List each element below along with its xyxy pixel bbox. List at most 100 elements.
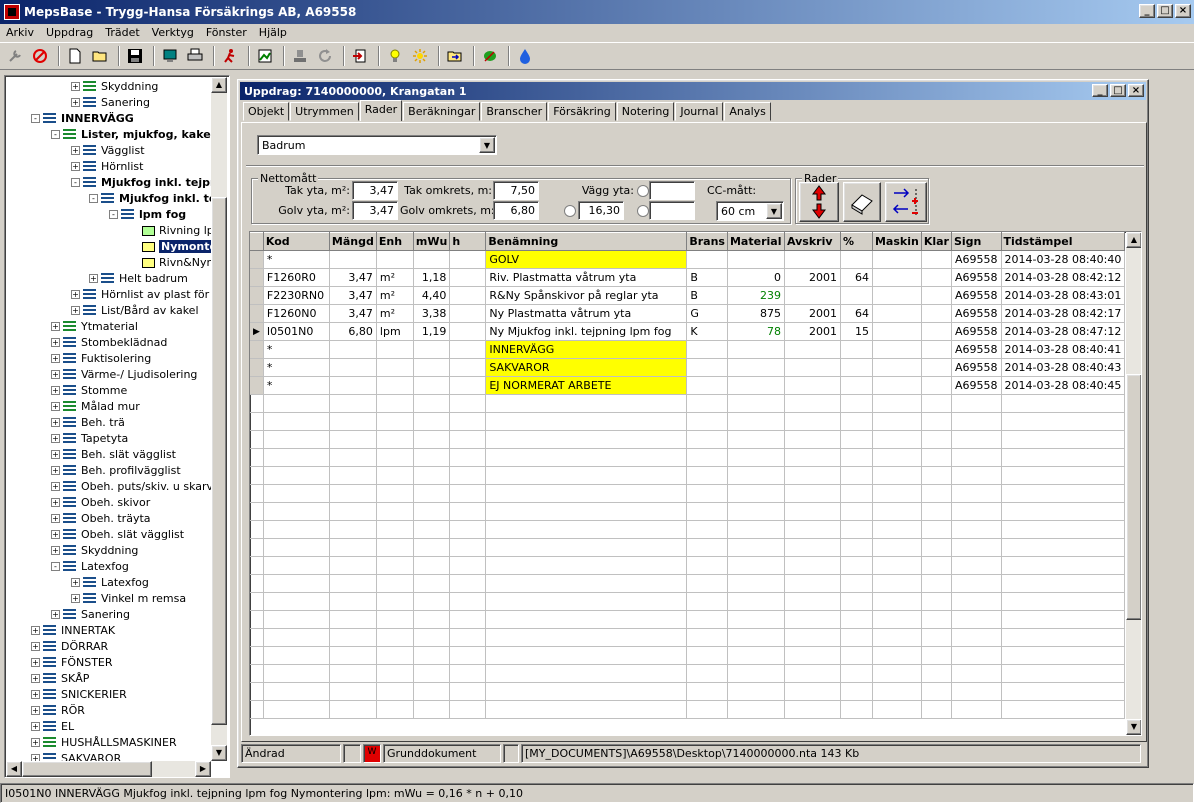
tree-item[interactable]: + Fuktisolering (51, 350, 151, 366)
column-header-tidstampel[interactable]: Tidstämpel (1001, 232, 1126, 251)
cell-sign[interactable]: A69558 (951, 376, 1002, 395)
tree-item[interactable]: + Hörnlist av plast för ka (71, 286, 226, 302)
table-row[interactable]: * EJ NORMERAT ARBETE A69558 2014-03-28 08:4… (250, 376, 1126, 395)
cell-mwu[interactable]: 4,40 (413, 286, 451, 305)
row-indicator[interactable]: ▶ (250, 322, 264, 341)
column-header-kod[interactable]: Kod (263, 232, 330, 251)
cell-tidstampel[interactable]: 2014-03-28 08:47:12 (1001, 322, 1126, 341)
tree-item[interactable]: - Mjukfog inkl. tejpn (71, 174, 218, 190)
tree-item[interactable]: + SKÅP (31, 670, 89, 686)
cell-tidstampel[interactable]: 2014-03-28 08:40:43 (1001, 358, 1126, 377)
cell-avskriv[interactable] (784, 376, 841, 395)
expand-icon[interactable]: + (71, 289, 80, 299)
tab-forsakring[interactable]: Försäkring (548, 102, 616, 121)
expand-icon[interactable]: + (51, 369, 60, 379)
expand-icon[interactable]: + (51, 513, 60, 523)
water-drop-icon[interactable] (514, 45, 536, 67)
cell-avskriv[interactable]: 2001 (784, 304, 841, 323)
column-header-sign[interactable]: Sign (951, 232, 1002, 251)
column-header-mangd[interactable]: Mängd (329, 232, 377, 251)
cell-enh[interactable] (376, 250, 414, 269)
cell-percent[interactable] (840, 358, 873, 377)
row-indicator[interactable] (250, 358, 264, 377)
cell-benamning[interactable]: SAKVAROR (485, 358, 688, 377)
grid-scroll-thumb[interactable] (1126, 374, 1141, 620)
tree-item[interactable]: + Vägglist (71, 142, 145, 158)
column-header-avskriv[interactable]: Avskriv (784, 232, 841, 251)
expand-icon[interactable]: + (31, 721, 40, 731)
expand-icon[interactable]: + (71, 97, 80, 107)
sun-icon[interactable] (409, 45, 431, 67)
menu-hjalp[interactable]: Hjälp (253, 26, 293, 39)
cell-sign[interactable]: A69558 (951, 250, 1002, 269)
expand-icon[interactable]: + (51, 609, 60, 619)
cell-tidstampel[interactable]: 2014-03-28 08:42:12 (1001, 268, 1126, 287)
column-header-h[interactable]: h (449, 232, 487, 251)
expand-icon[interactable]: + (71, 161, 80, 171)
scroll-left-button[interactable]: ◀ (6, 761, 22, 777)
vagg-yta-field-3[interactable] (649, 201, 695, 220)
cell-brans[interactable]: B (686, 286, 728, 305)
vagg-yta-field-1[interactable] (649, 181, 695, 200)
tree-item[interactable]: + Latexfog (71, 574, 149, 590)
menu-arkiv[interactable]: Arkiv (0, 26, 40, 39)
cell-klar[interactable] (921, 286, 952, 305)
print-icon[interactable] (184, 45, 206, 67)
monitor-icon[interactable] (159, 45, 181, 67)
cell-mwu[interactable] (413, 250, 451, 269)
tab-journal[interactable]: Journal (675, 102, 724, 121)
cell-kod[interactable]: F1260R0 (263, 268, 330, 287)
cell-benamning[interactable]: Riv. Plastmatta våtrum yta (485, 268, 688, 287)
cell-kod[interactable]: * (263, 250, 330, 269)
maximize-button[interactable]: □ (1157, 4, 1173, 18)
cell-enh[interactable] (376, 340, 414, 359)
tak-omkrets-field[interactable]: 7,50 (493, 181, 539, 200)
expand-icon[interactable]: + (51, 417, 60, 427)
column-header-brans[interactable]: Brans (686, 232, 728, 251)
cell-avskriv[interactable] (784, 286, 841, 305)
cell-tidstampel[interactable]: 2014-03-28 08:42:17 (1001, 304, 1126, 323)
expand-icon[interactable]: + (31, 657, 40, 667)
tree-item[interactable]: + EL (31, 718, 74, 734)
menu-fonster[interactable]: Fönster (200, 26, 253, 39)
cell-avskriv[interactable]: 2001 (784, 268, 841, 287)
row-indicator[interactable] (250, 268, 264, 287)
expand-icon[interactable]: + (51, 321, 60, 331)
collapse-icon[interactable]: - (51, 561, 60, 571)
cell-h[interactable] (449, 340, 487, 359)
cell-benamning[interactable]: Ny Mjukfog inkl. tejpning lpm fog (485, 322, 688, 341)
cell-avskriv[interactable] (784, 340, 841, 359)
expand-icon[interactable]: + (51, 481, 60, 491)
tree-item[interactable]: + Obeh. puts/skiv. u skarvb (51, 478, 220, 494)
table-row[interactable]: * INNERVÄGG A69558 2014-03-28 08:40:41 (250, 340, 1126, 359)
tree-item[interactable]: + Skyddning (71, 78, 158, 94)
cell-brans[interactable] (686, 250, 728, 269)
wrench-icon[interactable] (4, 45, 26, 67)
cell-mangd[interactable] (329, 250, 377, 269)
save-icon[interactable] (124, 45, 146, 67)
cell-kod[interactable]: F1260N0 (263, 304, 330, 323)
cell-tidstampel[interactable]: 2014-03-28 08:40:41 (1001, 340, 1126, 359)
tree-item[interactable]: + Obeh. träyta (51, 510, 151, 526)
cell-enh[interactable]: m² (376, 286, 414, 305)
run-icon[interactable] (219, 45, 241, 67)
collapse-icon[interactable]: - (31, 113, 40, 123)
cell-mwu[interactable]: 3,38 (413, 304, 451, 323)
table-row[interactable]: F1260R0 3,47 m² 1,18 Riv. Plastmatta våtrum … (250, 268, 1126, 287)
tree-item[interactable]: + Obeh. skivor (51, 494, 150, 510)
expand-icon[interactable]: + (31, 705, 40, 715)
image-icon[interactable] (254, 45, 276, 67)
tab-notering[interactable]: Notering (616, 102, 675, 121)
tab-branscher[interactable]: Branscher (481, 102, 548, 121)
cell-brans[interactable]: B (686, 268, 728, 287)
scroll-right-button[interactable]: ▶ (195, 761, 211, 777)
cell-material[interactable] (727, 376, 785, 395)
scroll-down-button[interactable]: ▼ (211, 745, 227, 761)
tree-item[interactable]: + Beh. slät vägglist (51, 446, 176, 462)
tree-item[interactable]: + DÖRRAR (31, 638, 108, 654)
cell-enh[interactable] (376, 358, 414, 377)
row-indicator[interactable] (250, 376, 264, 395)
expand-icon[interactable]: + (51, 353, 60, 363)
vagg-yta-radio-3[interactable] (637, 205, 649, 217)
cell-maskin[interactable] (872, 322, 922, 341)
